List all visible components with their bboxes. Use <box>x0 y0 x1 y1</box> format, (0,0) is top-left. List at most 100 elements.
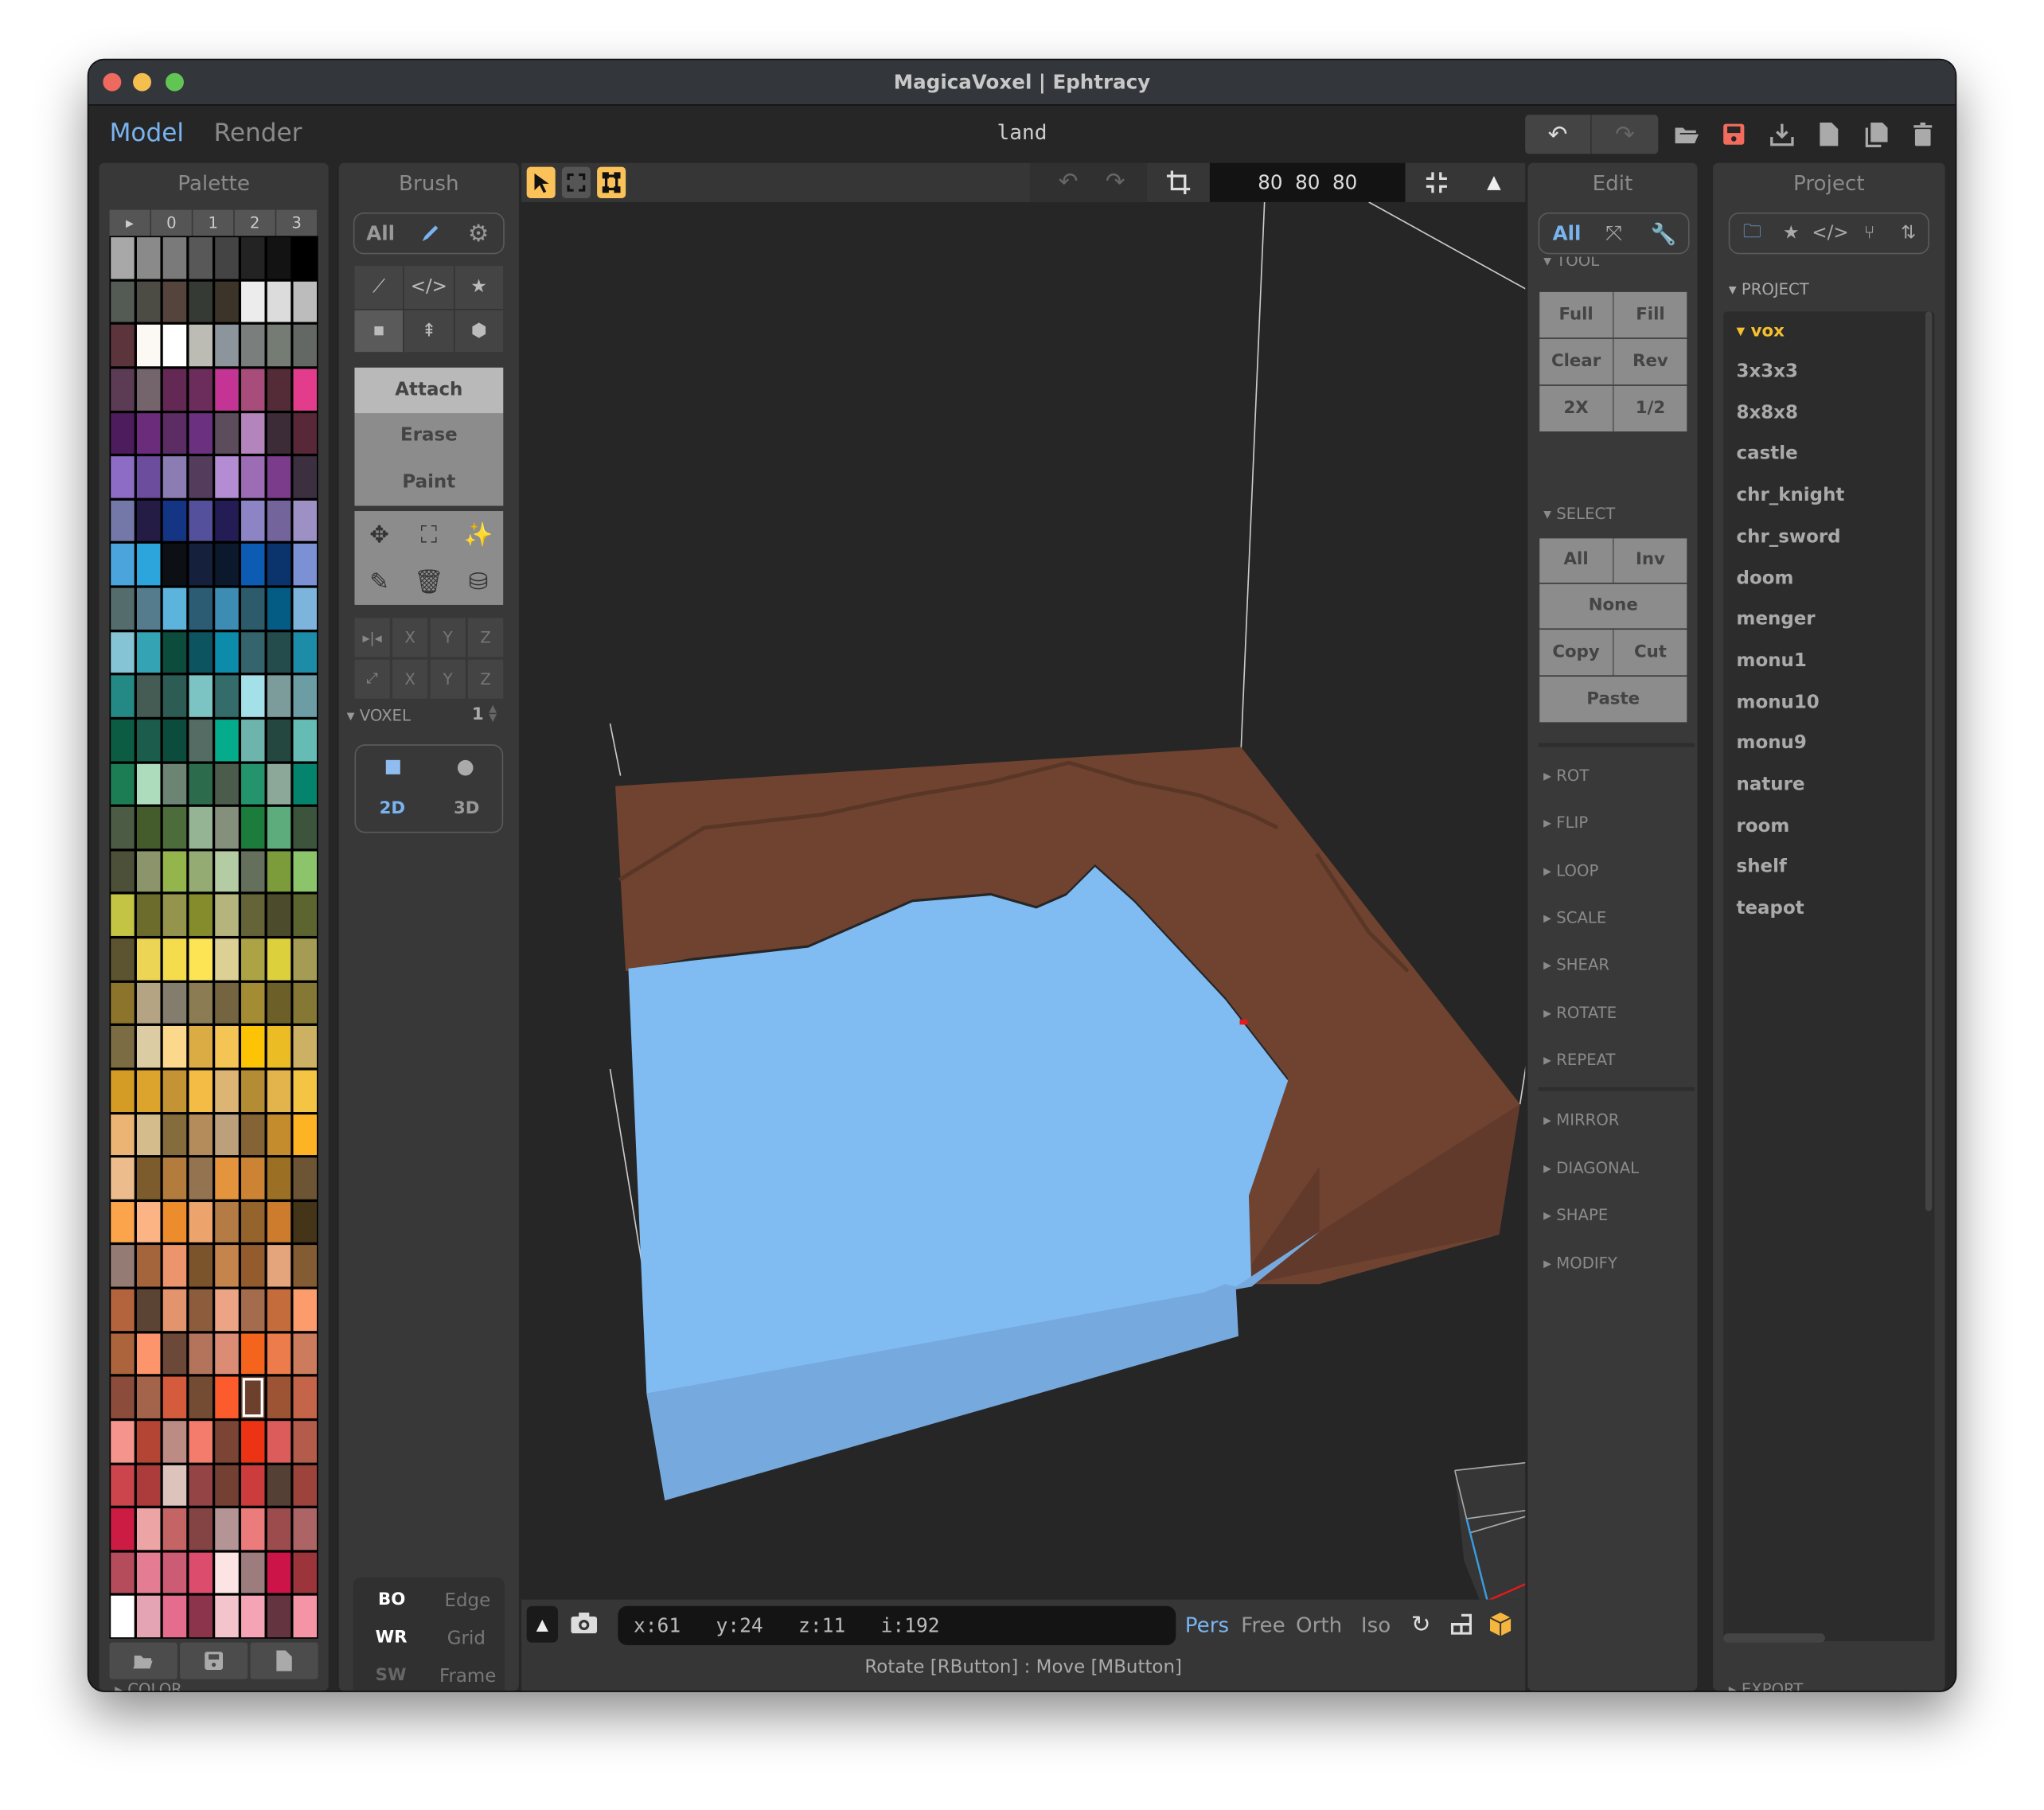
palette-swatch[interactable] <box>162 851 187 892</box>
palette-swatch[interactable] <box>189 631 213 673</box>
select-section-toggle[interactable]: ▾ SELECT <box>1543 505 1615 523</box>
palette-swatch[interactable] <box>267 1596 291 1638</box>
palette-swatch[interactable] <box>111 237 135 279</box>
palette-swatch[interactable] <box>162 631 187 673</box>
palette-swatch[interactable] <box>215 1070 239 1112</box>
palette-swatch[interactable] <box>136 1114 161 1156</box>
project-item[interactable]: room <box>1737 816 1790 837</box>
section-shear[interactable]: ▸ SHEAR <box>1543 956 1609 974</box>
project-item[interactable]: chr_sword <box>1737 526 1841 547</box>
palette-swatch[interactable] <box>240 1289 265 1331</box>
tool-rev-button[interactable]: Rev <box>1613 338 1687 385</box>
voxel-stepper-icon[interactable]: ▲ ▼ <box>489 704 497 724</box>
mirror-icon[interactable]: ▸|◂ <box>354 618 390 657</box>
orientation-gizmo[interactable] <box>1453 1461 1526 1600</box>
redo-icon[interactable]: ↷ <box>1592 115 1659 154</box>
section-rot[interactable]: ▸ ROT <box>1543 767 1589 785</box>
palette-swatch[interactable] <box>111 1201 135 1243</box>
code-icon[interactable]: </> <box>1812 219 1848 248</box>
palette-swatch[interactable] <box>267 895 291 936</box>
palette-swatch[interactable] <box>293 544 317 586</box>
section-modify[interactable]: ▸ MODIFY <box>1543 1254 1617 1272</box>
eyedropper-icon[interactable]: ✎ <box>354 558 404 605</box>
palette-swatch[interactable] <box>136 1070 161 1112</box>
palette-swatch[interactable] <box>189 1070 213 1112</box>
palette-swatch[interactable] <box>111 807 135 848</box>
palette-swatch[interactable] <box>240 1201 265 1243</box>
palette-page-tab[interactable]: 2 <box>234 209 275 236</box>
palette-swatch[interactable] <box>267 1508 291 1550</box>
palette-swatch[interactable] <box>111 500 135 542</box>
palette-swatch[interactable] <box>111 1376 135 1418</box>
palette-swatch[interactable] <box>293 456 317 498</box>
section-mirror[interactable]: ▸ MIRROR <box>1543 1110 1619 1129</box>
project-item[interactable]: chr_knight <box>1737 485 1845 505</box>
palette-swatch[interactable] <box>189 325 213 367</box>
palette-swatch[interactable] <box>215 500 239 542</box>
palette-swatch-selected[interactable] <box>240 1376 265 1418</box>
star-icon[interactable]: ★ <box>1777 219 1805 248</box>
trash-icon[interactable]: 🗑 <box>404 558 454 605</box>
palette-swatch[interactable] <box>111 675 135 717</box>
palette-swatch[interactable] <box>162 456 187 498</box>
palette-swatch[interactable] <box>162 1245 187 1287</box>
palette-swatch[interactable] <box>267 412 291 454</box>
palette-swatch[interactable] <box>215 1245 239 1287</box>
palette-swatch[interactable] <box>240 719 265 761</box>
palette-swatch[interactable] <box>189 851 213 892</box>
palette-swatch[interactable] <box>267 675 291 717</box>
palette-swatch[interactable] <box>136 938 161 981</box>
project-item[interactable]: nature <box>1737 774 1805 795</box>
view-iso[interactable]: Iso <box>1361 1613 1391 1637</box>
palette-swatch[interactable] <box>267 281 291 322</box>
palette-swatch[interactable] <box>111 1026 135 1068</box>
project-item[interactable]: doom <box>1737 568 1794 588</box>
project-item[interactable]: castle <box>1737 443 1798 464</box>
collapse-toolbar-icon[interactable]: ▲ <box>1470 167 1517 198</box>
export-icon[interactable] <box>1766 119 1797 150</box>
section-flip[interactable]: ▸ FLIP <box>1543 813 1588 832</box>
palette-swatch[interactable] <box>240 1596 265 1638</box>
undo-icon[interactable]: ↶ <box>1525 115 1592 154</box>
mode-paint[interactable]: Paint <box>354 458 504 506</box>
palette-swatch[interactable] <box>293 851 317 892</box>
toggle-sw[interactable]: SW <box>376 1666 407 1686</box>
palette-swatch[interactable] <box>267 1332 291 1375</box>
palette-swatch[interactable] <box>136 1201 161 1243</box>
palette-swatch[interactable] <box>215 675 239 717</box>
palette-swatch[interactable] <box>267 982 291 1024</box>
project-section-toggle[interactable]: ▾ PROJECT <box>1729 280 1809 298</box>
project-item[interactable]: teapot <box>1737 899 1804 919</box>
palette-swatch[interactable] <box>293 1596 317 1638</box>
tool-fill-button[interactable]: Fill <box>1613 291 1687 338</box>
folder-icon[interactable]: 🗀 <box>1738 219 1766 248</box>
palette-swatch[interactable] <box>162 281 187 322</box>
resize-icon[interactable]: ⤢ <box>354 659 390 699</box>
palette-swatch[interactable] <box>215 1596 239 1638</box>
tool-clear-button[interactable]: Clear <box>1539 338 1614 385</box>
layout-icon[interactable] <box>1447 1610 1476 1639</box>
mode-attach[interactable]: Attach <box>354 367 504 414</box>
palette-swatch[interactable] <box>240 1420 265 1462</box>
palette-swatch[interactable] <box>189 412 213 454</box>
palette-swatch[interactable] <box>111 1508 135 1550</box>
palette-swatch[interactable] <box>162 587 187 630</box>
palette-swatch[interactable] <box>215 1376 239 1418</box>
palette-swatch[interactable] <box>240 1552 265 1594</box>
edit-filter-all[interactable]: All <box>1553 221 1582 244</box>
palette-swatch[interactable] <box>293 1070 317 1112</box>
palette-swatch[interactable] <box>111 719 135 761</box>
palette-swatch[interactable] <box>189 938 213 981</box>
palette-swatch[interactable] <box>162 544 187 586</box>
section-diagonal[interactable]: ▸ DIAGONAL <box>1543 1158 1639 1176</box>
cube-icon[interactable]: ⬢ <box>454 309 504 353</box>
palette-swatch[interactable] <box>136 1289 161 1331</box>
save-icon[interactable] <box>1718 119 1749 150</box>
palette-swatch[interactable] <box>240 1508 265 1550</box>
palette-swatch[interactable] <box>136 631 161 673</box>
palette-swatch[interactable] <box>293 281 317 322</box>
palette-swatch[interactable] <box>189 1508 213 1550</box>
palette-swatch[interactable] <box>162 412 187 454</box>
palette-swatch[interactable] <box>240 500 265 542</box>
palette-swatch[interactable] <box>293 1508 317 1550</box>
